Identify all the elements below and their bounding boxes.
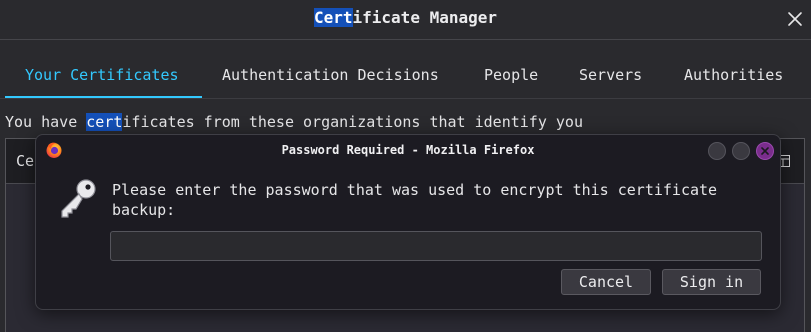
password-input[interactable] xyxy=(110,231,762,261)
tabs-divider xyxy=(0,98,811,99)
tab-servers[interactable]: Servers xyxy=(579,66,642,84)
tab-people[interactable]: People xyxy=(484,66,538,84)
key-icon xyxy=(61,179,96,218)
maximize-icon xyxy=(737,147,745,155)
minimize-icon xyxy=(713,147,721,155)
dialog-close-button[interactable] xyxy=(756,142,774,160)
description-highlight: cert xyxy=(86,113,123,131)
tab-authentication-decisions[interactable]: Authentication Decisions xyxy=(222,66,439,84)
close-icon[interactable] xyxy=(785,9,805,29)
tab-your-certificates[interactable]: Your Certificates xyxy=(25,66,179,84)
description-before: You have xyxy=(5,113,87,131)
certificates-description: You have certificates from these organiz… xyxy=(5,113,583,131)
password-dialog: Password Required - Mozilla Firefox Plea… xyxy=(35,134,781,310)
dialog-title: Password Required - Mozilla Firefox xyxy=(281,143,535,157)
window-title-highlight: Cert xyxy=(313,8,353,27)
dialog-close-icon xyxy=(761,147,769,155)
tab-bar: Your Certificates Authentication Decisio… xyxy=(0,40,811,98)
sign-in-button[interactable]: Sign in xyxy=(662,269,761,295)
maximize-button[interactable] xyxy=(732,142,750,160)
window-title: Certificate Manager xyxy=(0,8,811,27)
minimize-button[interactable] xyxy=(708,142,726,160)
dialog-message: Please enter the password that was used … xyxy=(112,181,718,219)
title-bar: Certificate Manager xyxy=(0,0,811,38)
description-after: ificates from these organizations that i… xyxy=(122,113,583,131)
window-title-rest: ificate Manager xyxy=(352,8,498,27)
column-header-certificate[interactable]: Ce xyxy=(16,152,34,170)
tab-authorities[interactable]: Authorities xyxy=(684,66,783,84)
cancel-button[interactable]: Cancel xyxy=(561,269,651,295)
